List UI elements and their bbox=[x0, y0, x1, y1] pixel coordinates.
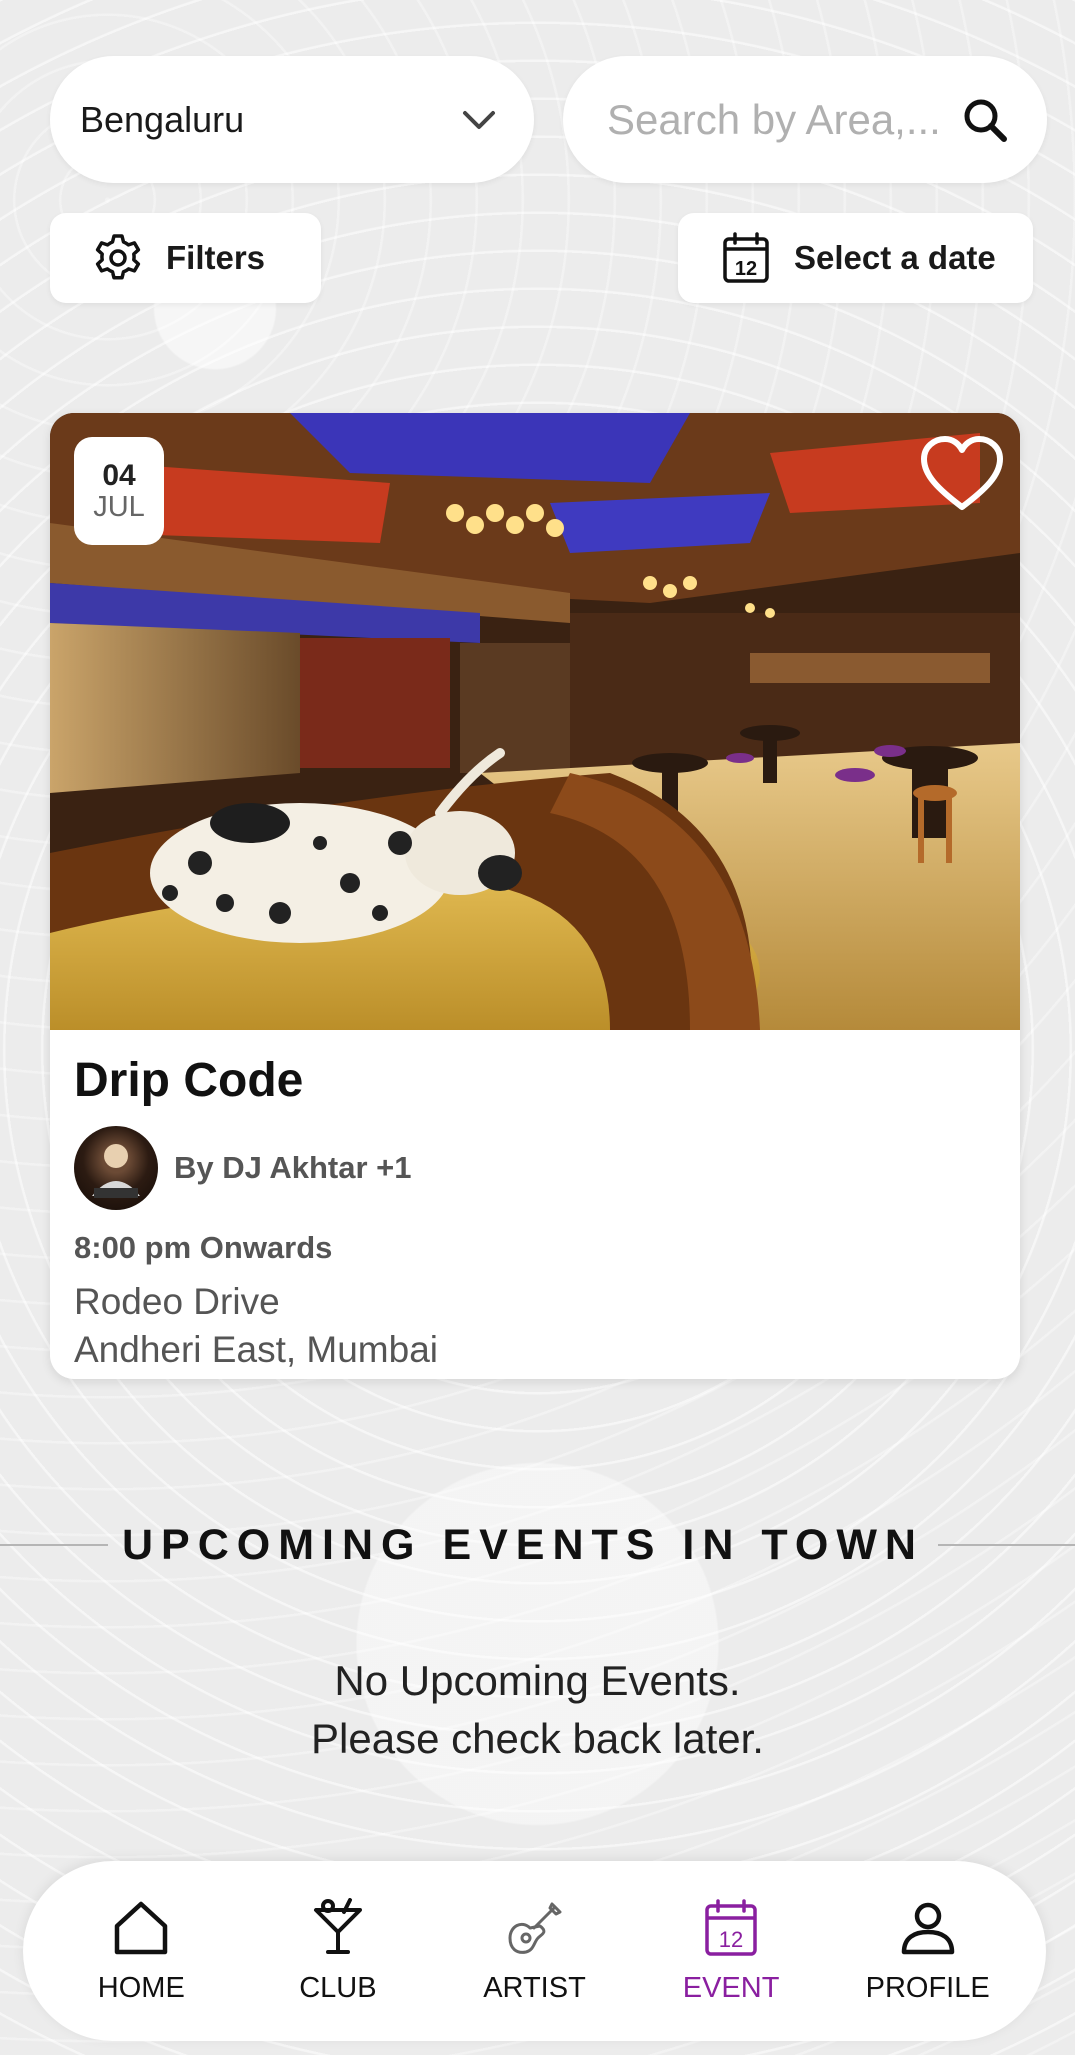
gear-icon bbox=[92, 232, 144, 284]
divider bbox=[937, 1544, 1075, 1546]
calendar-icon-number: 12 bbox=[735, 258, 757, 280]
cocktail-icon bbox=[308, 1897, 368, 1958]
artist-row: By DJ Akhtar +1 bbox=[74, 1126, 996, 1210]
event-date-month: JUL bbox=[93, 490, 145, 523]
heart-icon[interactable] bbox=[918, 435, 1006, 515]
event-image: 04 JUL bbox=[50, 413, 1020, 1103]
search-input[interactable] bbox=[607, 95, 947, 144]
section-title: UPCOMING EVENTS IN TOWN bbox=[122, 1520, 924, 1569]
nav-club-label: CLUB bbox=[299, 1971, 377, 2004]
upcoming-section-header: UPCOMING EVENTS IN TOWN bbox=[0, 1515, 1075, 1575]
nav-profile[interactable]: PROFILE bbox=[838, 1876, 1018, 2026]
nav-club[interactable]: CLUB bbox=[248, 1876, 428, 2026]
avatar bbox=[74, 1126, 158, 1210]
calendar-icon: 12 bbox=[701, 1898, 761, 1958]
guitar-icon bbox=[504, 1898, 564, 1958]
event-time: 8:00 pm Onwards bbox=[74, 1230, 333, 1265]
select-date-button[interactable]: 12 Select a date bbox=[678, 213, 1033, 303]
select-date-label: Select a date bbox=[794, 239, 996, 276]
nav-event-label: EVENT bbox=[682, 1971, 780, 2004]
date-badge: 04 JUL bbox=[74, 437, 164, 545]
artist-name: By DJ Akhtar +1 bbox=[174, 1150, 412, 1185]
home-icon bbox=[111, 1898, 171, 1958]
calendar-icon: 12 bbox=[722, 232, 770, 284]
filters-label: Filters bbox=[166, 239, 266, 276]
user-icon bbox=[898, 1898, 958, 1958]
city-select[interactable]: Bengaluru bbox=[50, 56, 534, 183]
event-date-day: 04 bbox=[102, 458, 136, 492]
nav-artist[interactable]: ARTIST bbox=[444, 1876, 624, 2026]
event-info: Drip Code By DJ Akhtar +1 8:00 pm Onward… bbox=[74, 1053, 996, 1374]
search-icon[interactable] bbox=[961, 96, 1009, 144]
empty-line-1: No Upcoming Events. bbox=[334, 1657, 741, 1704]
nav-artist-label: ARTIST bbox=[483, 1971, 586, 2004]
nav-home-label: HOME bbox=[97, 1971, 185, 2004]
bottom-nav: HOME CLUB ARTIST 12 EVENT PROFILE bbox=[23, 1861, 1046, 2041]
event-area: Andheri East, Mumbai bbox=[74, 1329, 439, 1371]
nav-event-icon-number: 12 bbox=[719, 1927, 743, 1952]
event-venue: Rodeo Drive bbox=[74, 1281, 280, 1322]
event-card[interactable]: 04 JUL Drip Code By DJ Akhtar +1 8:00 pm… bbox=[50, 413, 1020, 1379]
empty-line-2: Please check back later. bbox=[311, 1715, 764, 1762]
divider bbox=[0, 1544, 108, 1546]
nav-home[interactable]: HOME bbox=[51, 1876, 231, 2026]
nav-profile-label: PROFILE bbox=[865, 1971, 990, 2004]
chevron-down-icon bbox=[462, 109, 496, 131]
event-title: Drip Code bbox=[74, 1054, 304, 1107]
filters-button[interactable]: Filters bbox=[50, 213, 321, 303]
city-value: Bengaluru bbox=[80, 98, 245, 140]
nav-event[interactable]: 12 EVENT bbox=[641, 1876, 821, 2026]
search-bar bbox=[563, 56, 1047, 183]
empty-state-message: No Upcoming Events. Please check back la… bbox=[0, 1652, 1075, 1768]
